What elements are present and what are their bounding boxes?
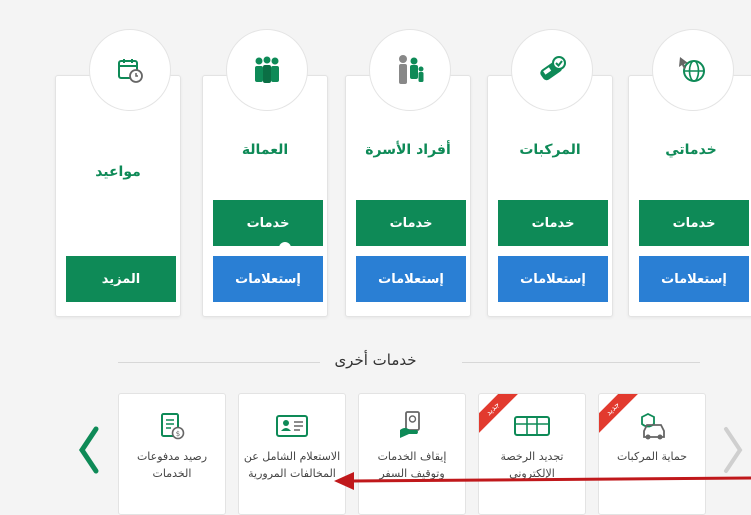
calendar-clock-icon xyxy=(118,59,143,83)
more-button[interactable]: المزيد xyxy=(66,256,176,302)
services-button[interactable]: خدمات xyxy=(639,200,749,246)
service-tile-license-renewal[interactable]: جديد تجديد الرخصة الإلكتروني xyxy=(478,393,586,515)
receipt-dollar-icon: $ xyxy=(161,413,185,440)
license-card-icon xyxy=(514,416,550,436)
inquiries-button[interactable]: إستعلامات xyxy=(356,256,466,302)
chevron-left-icon[interactable] xyxy=(74,425,104,475)
family-icon-circle xyxy=(369,29,451,111)
family-icon xyxy=(399,55,424,84)
card-appointments: مواعيد المزيد xyxy=(55,29,181,317)
calendar-clock-icon-circle xyxy=(89,29,171,111)
service-tile-traffic-violations[interactable]: الاستعلام الشامل عن المخالفات المرورية xyxy=(238,393,346,515)
annotation-arrow xyxy=(334,472,751,490)
service-tile-label: الاستعلام الشامل عن المخالفات المرورية xyxy=(243,450,341,480)
service-tile-travel-ban[interactable]: إيقاف الخدمات وتوقيف السفر xyxy=(358,393,466,515)
service-tile-label: حماية المركبات xyxy=(616,450,688,463)
card-vehicles: المركبات خدمات إستعلامات xyxy=(487,29,613,317)
services-button[interactable]: خدمات xyxy=(498,200,608,246)
card-title: المركبات xyxy=(519,142,581,158)
other-services-heading: خدمات أخرى xyxy=(0,350,751,369)
cursor-dot xyxy=(279,242,291,254)
car-check-icon-circle xyxy=(511,29,593,111)
globe-cursor-icon xyxy=(679,57,705,82)
workers-icon-circle xyxy=(226,29,308,111)
inquiries-button[interactable]: إستعلامات xyxy=(498,256,608,302)
service-tile-label: رصيد مدفوعات الخدمات xyxy=(136,450,208,480)
card-title: العمالة xyxy=(241,142,289,158)
card-my-services: خدماتي خدمات إستعلامات xyxy=(628,29,751,317)
globe-cursor-icon-circle xyxy=(652,29,734,111)
service-tile-vehicle-protection[interactable]: جديد حماية المركبات xyxy=(598,393,706,515)
id-card-icon xyxy=(276,415,308,437)
workers-icon xyxy=(255,56,279,83)
car-shield-icon xyxy=(641,412,665,440)
card-family: أفراد الأسرة خدمات إستعلامات xyxy=(345,29,471,317)
service-tile-payments-balance[interactable]: $ رصيد مدفوعات الخدمات xyxy=(118,393,226,515)
svg-text:$: $ xyxy=(176,430,180,438)
car-check-icon xyxy=(540,56,566,81)
inquiries-button[interactable]: إستعلامات xyxy=(213,256,323,302)
card-labor: العمالة خدمات إستعلامات xyxy=(202,29,328,317)
passport-hand-icon xyxy=(400,411,420,438)
card-title: خدماتي xyxy=(665,142,717,158)
services-button[interactable]: خدمات xyxy=(213,200,323,246)
card-title: مواعيد xyxy=(95,164,141,180)
other-services-title: خدمات أخرى xyxy=(320,351,431,369)
card-title: أفراد الأسرة xyxy=(365,142,451,158)
inquiries-button[interactable]: إستعلامات xyxy=(639,256,749,302)
services-button[interactable]: خدمات xyxy=(356,200,466,246)
